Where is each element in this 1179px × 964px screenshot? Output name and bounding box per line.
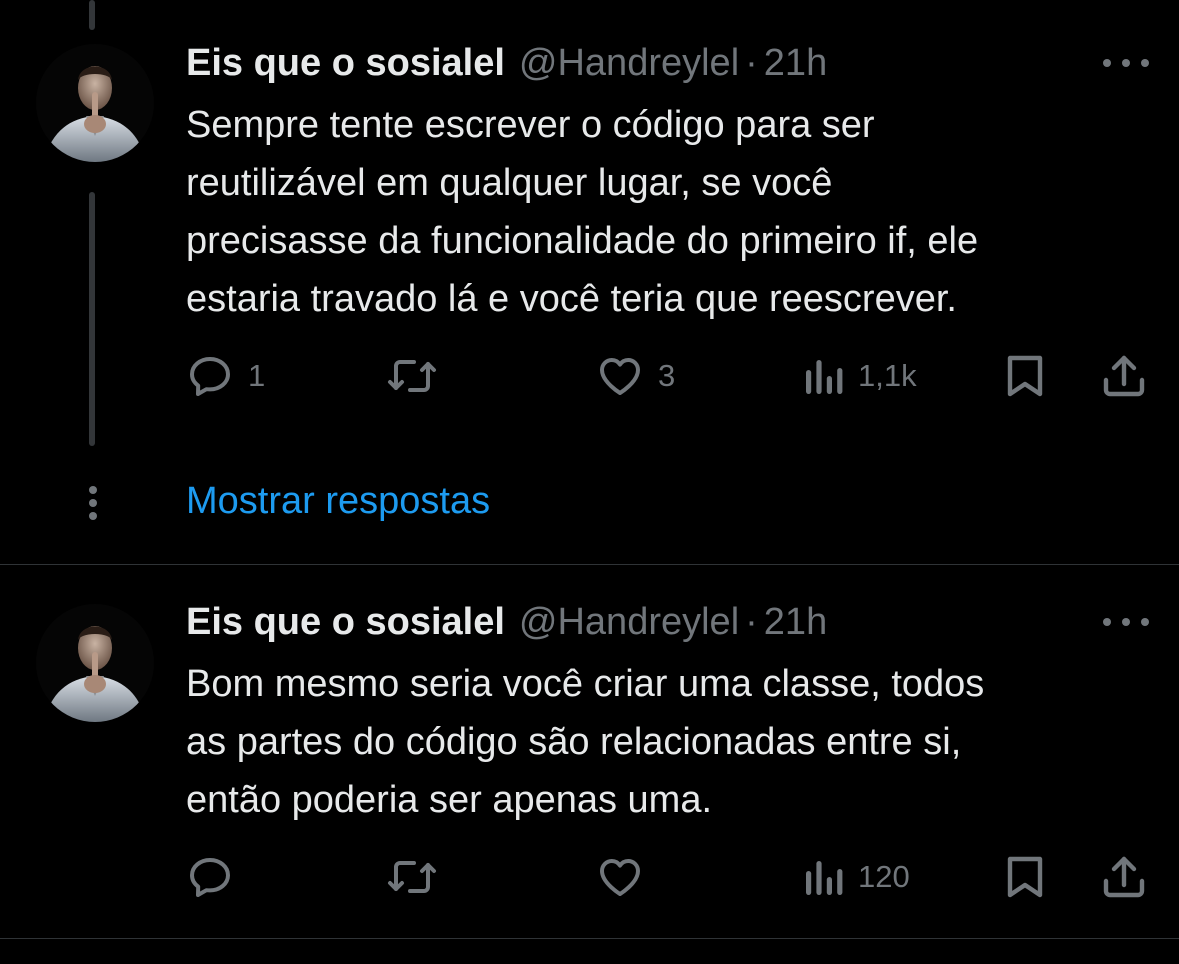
share-button[interactable]: [1100, 351, 1148, 401]
views-icon: [806, 861, 843, 895]
retweet-icon: [388, 360, 436, 392]
tweet-header: Eis que o sosialel @Handreylel · 21h: [186, 38, 827, 88]
avatar[interactable]: [36, 44, 154, 162]
views-icon: [806, 360, 843, 394]
show-replies-link[interactable]: Mostrar respostas: [186, 480, 490, 523]
action-bar: 120: [186, 852, 1151, 902]
divider: [0, 938, 1179, 939]
avatar[interactable]: [36, 604, 154, 722]
tweet-header: Eis que o sosialel @Handreylel · 21h: [186, 597, 827, 647]
tweet-text-line: Bom mesmo seria você criar uma classe, t…: [186, 663, 985, 705]
tweet-text: Sempre tente escrever o código para ser …: [186, 96, 1156, 328]
tweet-text-line: reutilizável em qualquer lugar, se você: [186, 162, 833, 204]
divider: [0, 564, 1179, 565]
retweet-icon: [388, 861, 436, 893]
separator-dot: ·: [745, 600, 758, 643]
like-button[interactable]: 3: [596, 351, 675, 401]
reply-icon: [190, 357, 230, 396]
retweet-button[interactable]: [386, 351, 452, 401]
views-count: 120: [858, 859, 910, 894]
bookmark-button[interactable]: [1002, 852, 1048, 902]
views-button[interactable]: 120: [802, 852, 910, 902]
bookmark-icon: [1007, 856, 1043, 898]
tweet-text-line: então poderia ser apenas uma.: [186, 779, 713, 821]
action-bar: 1 3 1,1k: [186, 351, 1151, 401]
thread-line-top: [89, 0, 95, 30]
share-icon: [1103, 856, 1145, 898]
tweet-text: Bom mesmo seria você criar uma classe, t…: [186, 655, 1156, 829]
timestamp[interactable]: 21h: [764, 42, 827, 85]
share-button[interactable]: [1100, 852, 1148, 902]
separator-dot: ·: [745, 41, 758, 84]
tweet-text-line: precisasse da funcionalidade do primeiro…: [186, 220, 979, 262]
bookmark-icon: [1007, 355, 1043, 397]
author-name[interactable]: Eis que o sosialel: [186, 601, 505, 644]
like-icon: [600, 859, 640, 896]
like-button[interactable]: [596, 852, 658, 902]
reply-button[interactable]: 1: [186, 351, 265, 401]
timestamp[interactable]: 21h: [764, 601, 827, 644]
thread-line: [89, 192, 95, 446]
thread-ellipsis-icon: [88, 486, 98, 520]
like-icon: [600, 358, 640, 395]
views-count: 1,1k: [858, 358, 917, 393]
reply-count: 1: [248, 358, 266, 393]
author-handle[interactable]: @Handreylel: [519, 42, 739, 85]
like-count: 3: [658, 358, 676, 393]
author-name[interactable]: Eis que o sosialel: [186, 42, 505, 85]
views-button[interactable]: 1,1k: [802, 351, 917, 401]
author-handle[interactable]: @Handreylel: [519, 601, 739, 644]
tweet-text-line: Sempre tente escrever o código para ser: [186, 104, 875, 146]
more-icon[interactable]: [1103, 612, 1149, 632]
share-icon: [1103, 355, 1145, 397]
bookmark-button[interactable]: [1002, 351, 1048, 401]
reply-icon: [190, 858, 230, 897]
more-icon[interactable]: [1103, 53, 1149, 73]
reply-button[interactable]: [186, 852, 248, 902]
tweet-text-line: as partes do código são relacionadas ent…: [186, 721, 962, 763]
retweet-button[interactable]: [386, 852, 452, 902]
tweet-text-line: estaria travado lá e você teria que rees…: [186, 278, 957, 320]
